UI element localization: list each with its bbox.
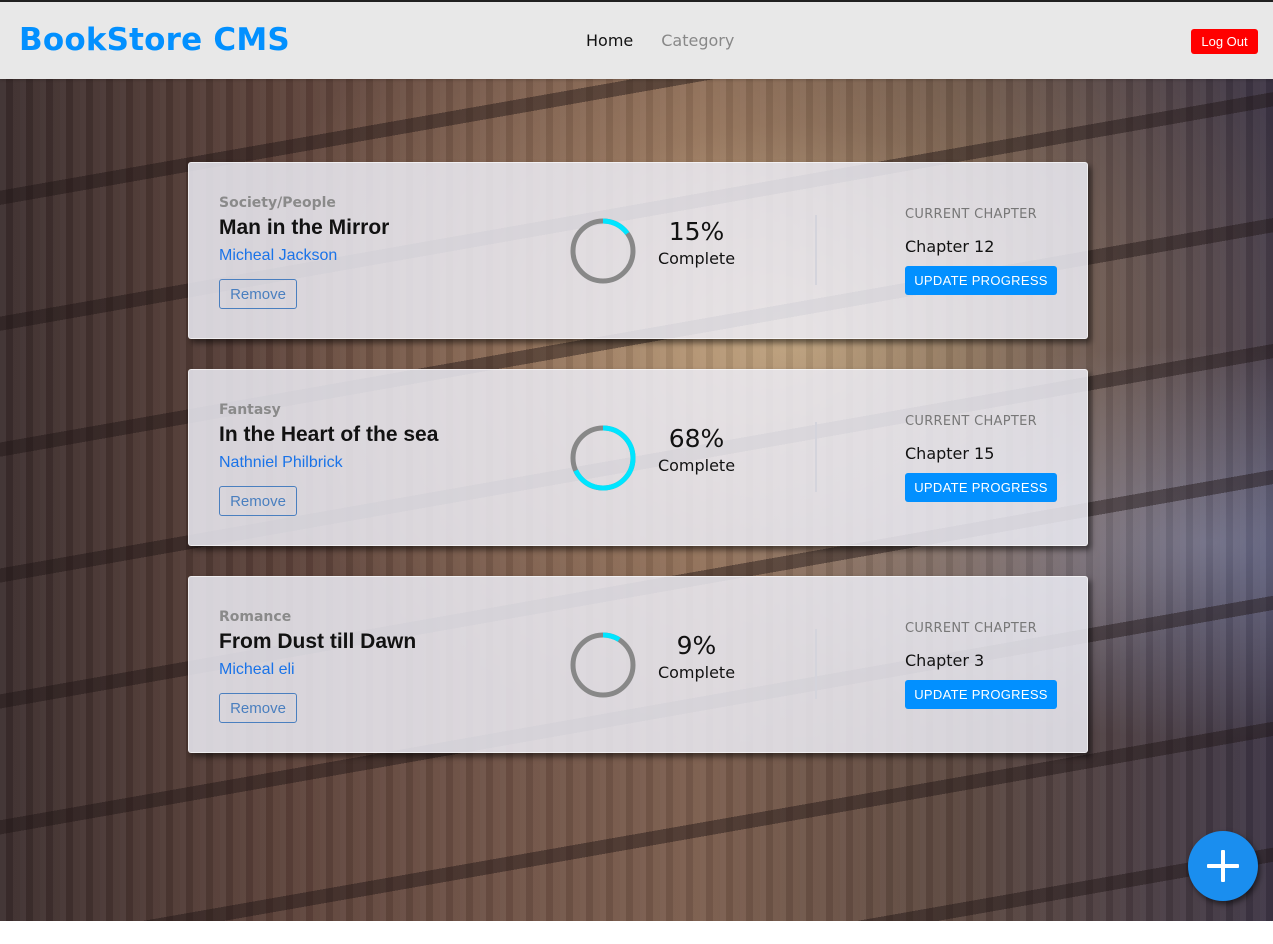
- progress-ring-icon: [570, 218, 636, 284]
- plus-icon-vertical: [1221, 850, 1225, 882]
- current-chapter-value: Chapter 12: [905, 237, 995, 256]
- book-card: Fantasy In the Heart of the sea Nathniel…: [188, 369, 1088, 546]
- progress-percent: 15%: [668, 217, 725, 246]
- progress-complete-label: Complete: [657, 663, 736, 682]
- book-title: Man in the Mirror: [219, 216, 390, 239]
- page-bottom-margin: [0, 921, 1273, 944]
- current-chapter-label: CURRENT CHAPTER: [905, 621, 1037, 636]
- card-divider: [815, 422, 817, 492]
- app-logo[interactable]: BookStore CMS: [19, 22, 290, 58]
- update-progress-button[interactable]: UPDATE PROGRESS: [905, 680, 1057, 709]
- progress-ring-icon: [570, 632, 636, 698]
- current-chapter-value: Chapter 3: [905, 651, 985, 670]
- progress-percent: 9%: [676, 631, 717, 660]
- remove-book-button[interactable]: Remove: [219, 693, 297, 723]
- progress-complete-label: Complete: [657, 249, 736, 268]
- main-nav: Home Category: [586, 31, 734, 50]
- book-genre: Society/People: [219, 195, 336, 211]
- progress-complete-label: Complete: [657, 456, 736, 475]
- book-author[interactable]: Micheal Jackson: [219, 247, 337, 265]
- remove-book-button[interactable]: Remove: [219, 486, 297, 516]
- current-chapter-value: Chapter 15: [905, 444, 995, 463]
- card-divider: [815, 629, 817, 699]
- book-genre: Fantasy: [219, 402, 281, 418]
- progress-ring-icon: [570, 425, 636, 491]
- book-author[interactable]: Nathniel Philbrick: [219, 454, 343, 472]
- book-card: Society/People Man in the Mirror Micheal…: [188, 162, 1088, 339]
- book-genre: Romance: [219, 609, 292, 625]
- book-author[interactable]: Micheal eli: [219, 661, 295, 679]
- book-title: From Dust till Dawn: [219, 630, 417, 653]
- progress-ring-track: [570, 632, 636, 698]
- current-chapter-label: CURRENT CHAPTER: [905, 414, 1037, 429]
- top-navbar: BookStore CMS Home Category Log Out: [0, 2, 1273, 79]
- add-book-button[interactable]: [1188, 831, 1258, 901]
- book-title: In the Heart of the sea: [219, 423, 439, 446]
- update-progress-button[interactable]: UPDATE PROGRESS: [905, 473, 1057, 502]
- logout-button[interactable]: Log Out: [1191, 29, 1258, 54]
- card-divider: [815, 215, 817, 285]
- book-card: Romance From Dust till Dawn Micheal eli …: [188, 576, 1088, 753]
- remove-book-button[interactable]: Remove: [219, 279, 297, 309]
- nav-link-category[interactable]: Category: [661, 31, 734, 50]
- update-progress-button[interactable]: UPDATE PROGRESS: [905, 266, 1057, 295]
- progress-percent: 68%: [668, 424, 725, 453]
- current-chapter-label: CURRENT CHAPTER: [905, 207, 1037, 222]
- nav-link-home[interactable]: Home: [586, 31, 633, 50]
